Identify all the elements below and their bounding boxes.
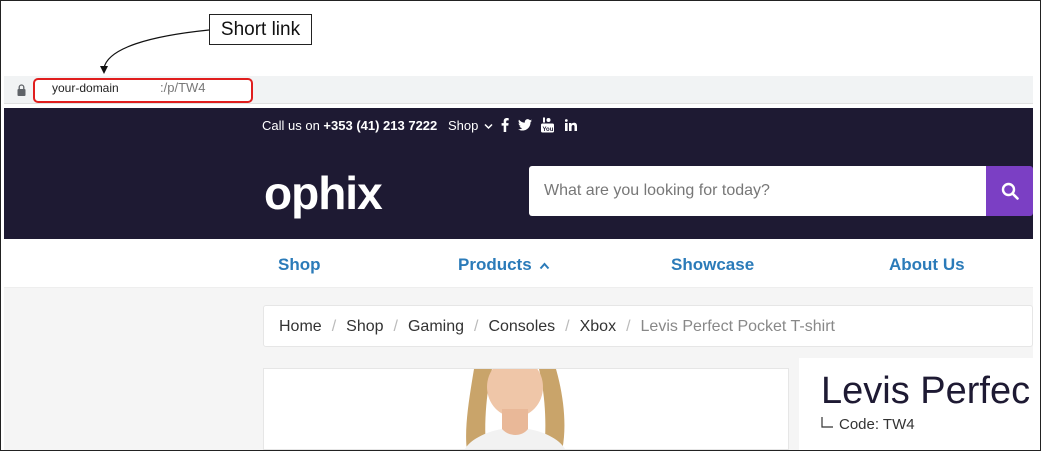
site-header: ophix — [4, 143, 1033, 239]
nav-products-label: Products — [458, 255, 532, 274]
shop-dropdown[interactable]: Shop — [448, 118, 493, 133]
product-image-panel[interactable] — [263, 368, 789, 450]
product-title: Levis Perfec — [821, 370, 1031, 412]
product-code-label: Code: TW4 — [839, 416, 915, 433]
svg-text:You: You — [543, 127, 554, 133]
page-content: Home / Shop / Gaming / Consoles / Xbox / Levis Per… — [4, 288, 1033, 450]
contact-phone: Call us on +353 (41) 213 7222 — [262, 118, 437, 133]
lock-icon — [17, 84, 26, 96]
search-input[interactable] — [529, 166, 986, 216]
breadcrumb-shop[interactable]: Shop — [346, 318, 383, 335]
breadcrumb-current: Levis Perfect Pocket T-shirt — [640, 318, 835, 335]
ophix-logo[interactable]: ophix — [264, 171, 404, 219]
breadcrumb-separator: / — [626, 318, 631, 335]
nav-shop[interactable]: Shop — [278, 255, 321, 275]
linkedin-icon[interactable] — [565, 117, 577, 133]
breadcrumb-separator: / — [331, 318, 337, 335]
breadcrumb-xbox[interactable]: Xbox — [580, 318, 616, 335]
breadcrumb-separator: / — [393, 318, 398, 335]
facebook-icon[interactable] — [501, 117, 509, 133]
breadcrumb-separator: / — [565, 318, 570, 335]
search-button[interactable] — [986, 166, 1033, 216]
breadcrumb: Home / Shop / Gaming / Consoles / Xbox / Levis Per… — [263, 305, 1033, 347]
product-info: Levis Perfec Code: TW4 — [799, 358, 1033, 450]
breadcrumb-separator: / — [474, 318, 479, 335]
url-path: :/p/TW4 — [160, 80, 206, 95]
shop-dropdown-label: Shop — [448, 118, 479, 133]
logo-text: ophix — [264, 171, 383, 219]
sub-item-corner-icon — [821, 417, 833, 428]
nav-about-us[interactable]: About Us — [889, 255, 965, 275]
breadcrumb-consoles[interactable]: Consoles — [488, 318, 555, 335]
url-domain: your-domain — [52, 81, 119, 95]
browser-address-bar[interactable]: your-domain :/p/TW4 — [4, 76, 1033, 104]
phone-number[interactable]: +353 (41) 213 7222 — [323, 118, 437, 133]
product-image — [465, 369, 565, 449]
search-icon — [1001, 182, 1019, 200]
chevron-down-icon — [484, 123, 493, 130]
breadcrumb-gaming[interactable]: Gaming — [408, 318, 464, 335]
annotation-label: Short link — [220, 19, 301, 40]
call-prefix: Call us on — [262, 118, 324, 133]
twitter-icon[interactable] — [518, 117, 532, 133]
youtube-icon[interactable]: You — [541, 117, 554, 133]
nav-showcase[interactable]: Showcase — [671, 255, 754, 275]
breadcrumb-home[interactable]: Home — [279, 318, 322, 335]
main-nav: Shop Products Showcase About Us — [4, 239, 1033, 288]
annotation-callout: Short link — [209, 14, 312, 45]
top-contact-bar: Call us on +353 (41) 213 7222 Shop You — [4, 108, 1033, 143]
nav-products[interactable]: Products — [458, 255, 550, 275]
product-code: Code: TW4 — [821, 416, 915, 433]
chevron-up-icon — [540, 262, 550, 270]
